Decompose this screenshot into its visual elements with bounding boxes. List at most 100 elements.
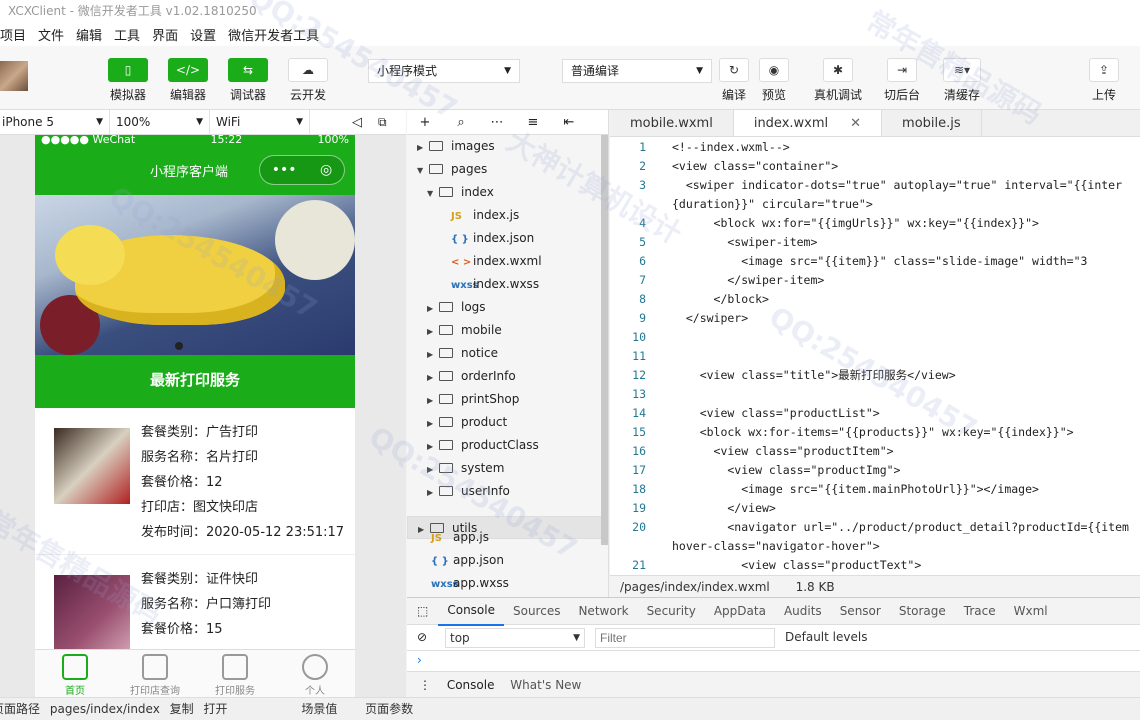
chevron-right-icon[interactable]: ▶	[427, 343, 437, 366]
tree-file[interactable]: JS index.js	[407, 204, 608, 227]
debugger-button[interactable]: ⇆ 调试器	[222, 58, 274, 103]
code-area[interactable]: 1 <!--index.wxml--> 2 <view class="containe…	[610, 138, 1140, 575]
code-line[interactable]: 6 <image src="{{item}}" class="slide-ima…	[610, 252, 1140, 271]
tab-home[interactable]: 首页	[35, 650, 115, 697]
tab-sensor[interactable]: Sensor	[831, 598, 890, 625]
capsule-menu[interactable]: ••• ◎	[259, 155, 345, 185]
menu-settings[interactable]: 设置	[184, 25, 222, 44]
menu-edit[interactable]: 编辑	[70, 25, 108, 44]
background-button[interactable]: ⇥ 切后台	[876, 58, 928, 103]
tab-wxml[interactable]: Wxml	[1005, 598, 1057, 625]
code-line[interactable]: 3 <swiper indicator-dots="true" autoplay…	[610, 176, 1140, 195]
collapse-icon[interactable]: ≡	[515, 115, 551, 130]
tree-folder[interactable]: ▶ printShop	[407, 388, 608, 411]
device-select[interactable]: iPhone 5 ▼	[0, 109, 110, 135]
tree-folder[interactable]: ▶ userInfo	[407, 480, 608, 503]
page-params[interactable]: 页面参数	[365, 702, 413, 716]
volume-icon[interactable]: ◁	[352, 115, 362, 130]
tree-folder[interactable]: ▶ system	[407, 457, 608, 480]
network-select[interactable]: WiFi ▼	[210, 109, 310, 135]
menu-file[interactable]: 文件	[32, 25, 70, 44]
editor-button[interactable]: </> 编辑器	[162, 58, 214, 103]
chevron-down-icon[interactable]: ▼	[417, 159, 427, 182]
console-prompt[interactable]: ›	[407, 651, 1140, 669]
tab-console[interactable]: Console	[438, 597, 504, 626]
code-line[interactable]: 18 <image src="{{item.mainPhotoUrl}}"></…	[610, 480, 1140, 499]
chevron-right-icon[interactable]: ▶	[427, 297, 437, 320]
remote-debug-button[interactable]: ✱ 真机调试	[812, 58, 864, 103]
tab-sources[interactable]: Sources	[504, 598, 569, 625]
drawer-menu-icon[interactable]: ⋮	[419, 678, 431, 692]
tree-folder[interactable]: ▶ productClass	[407, 434, 608, 457]
preview-button[interactable]: ◉ 预览	[748, 58, 800, 103]
tab-security[interactable]: Security	[638, 598, 705, 625]
tree-folder[interactable]: ▶ logs	[407, 296, 608, 319]
tab-audits[interactable]: Audits	[775, 598, 831, 625]
menu-devtools[interactable]: 微信开发者工具	[222, 25, 325, 44]
scene-value[interactable]: 场景值	[301, 702, 337, 716]
clear-console-icon[interactable]: ⊘	[417, 630, 427, 644]
chevron-right-icon[interactable]: ▶	[417, 136, 427, 159]
upload-button[interactable]: ⇪ 上传	[1078, 58, 1130, 103]
drawer-tab-console[interactable]: Console	[447, 678, 495, 692]
tree-folder[interactable]: ▶ images	[407, 135, 608, 158]
menu-interface[interactable]: 界面	[146, 25, 184, 44]
open-link[interactable]: 打开	[203, 702, 227, 716]
window-icon[interactable]: ⧉	[378, 115, 387, 130]
tab-mobile-wxml[interactable]: mobile.wxml	[610, 110, 734, 136]
more-icon[interactable]: •••	[272, 162, 297, 178]
code-line[interactable]: 10	[610, 328, 1140, 347]
tab-trace[interactable]: Trace	[955, 598, 1005, 625]
split-icon[interactable]: ⇤	[551, 115, 587, 130]
context-select[interactable]: top ▼	[445, 628, 585, 648]
code-line[interactable]: {duration}}" circular="true">	[610, 195, 1140, 214]
tree-folder[interactable]: ▶ mobile	[407, 319, 608, 342]
tree-file[interactable]: wxssapp.wxss	[407, 572, 608, 595]
tree-folder[interactable]: ▶ notice	[407, 342, 608, 365]
chevron-right-icon[interactable]: ▶	[427, 481, 437, 504]
tab-network[interactable]: Network	[569, 598, 637, 625]
close-circle-icon[interactable]: ◎	[320, 162, 332, 178]
product-item[interactable]: 套餐类别：广告打印 服务名称：名片打印 套餐价格：12 打印店：图文快印店 发布…	[35, 408, 355, 555]
code-line[interactable]: 12 <view class="title">最新打印服务</view>	[610, 366, 1140, 385]
code-line[interactable]: 2 <view class="container">	[610, 157, 1140, 176]
code-line[interactable]: 11	[610, 347, 1140, 366]
tree-folder[interactable]: ▶ product	[407, 411, 608, 434]
code-line[interactable]: 20 <navigator url="../product/product_de…	[610, 518, 1140, 537]
levels-select[interactable]: Default levels	[785, 630, 867, 644]
menu-tools[interactable]: 工具	[108, 25, 146, 44]
code-line[interactable]: 13	[610, 385, 1140, 404]
tab-shop-search[interactable]: 打印店查询	[115, 650, 195, 697]
code-line[interactable]: 14 <view class="productList">	[610, 404, 1140, 423]
inspect-icon[interactable]: ⬚	[417, 604, 428, 618]
tree-file[interactable]: { } app.json	[407, 549, 608, 572]
tab-print-service[interactable]: 打印服务	[195, 650, 275, 697]
tree-file[interactable]: < > index.wxml	[407, 250, 608, 273]
code-line[interactable]: 1 <!--index.wxml-->	[610, 138, 1140, 157]
code-line[interactable]: 15 <block wx:for-items="{{products}}" wx…	[610, 423, 1140, 442]
code-line[interactable]: 21 <view class="productText">	[610, 556, 1140, 575]
file-tree-scrollbar[interactable]	[601, 135, 608, 545]
clear-cache-button[interactable]: ≋▾ 清缓存	[936, 58, 988, 103]
tab-index-wxml[interactable]: index.wxml ✕	[733, 110, 883, 136]
more-icon[interactable]: ⋯	[479, 115, 515, 130]
tree-folder[interactable]: ▼ index	[407, 181, 608, 204]
code-line[interactable]: 16 <view class="productItem">	[610, 442, 1140, 461]
search-icon[interactable]: ⌕	[443, 115, 479, 130]
chevron-right-icon[interactable]: ▶	[427, 320, 437, 343]
tree-file[interactable]: wxssindex.wxss	[407, 273, 608, 296]
swiper-indicator-dot[interactable]	[175, 342, 183, 350]
banner-swiper[interactable]	[35, 195, 355, 355]
tree-folder[interactable]: ▶ orderInfo	[407, 365, 608, 388]
zoom-select[interactable]: 100% ▼	[110, 109, 210, 135]
compile-select[interactable]: 普通编译 ▼	[562, 59, 712, 83]
tree-folder[interactable]: ▼ pages	[407, 158, 608, 181]
code-line[interactable]: 9 </swiper>	[610, 309, 1140, 328]
code-line[interactable]: 8 </block>	[610, 290, 1140, 309]
cloud-button[interactable]: ☁ 云开发	[282, 58, 334, 103]
chevron-down-icon[interactable]: ▼	[427, 182, 437, 205]
drawer-tab-whats-new[interactable]: What's New	[510, 678, 581, 692]
copy-link[interactable]: 复制	[170, 702, 194, 716]
add-icon[interactable]: +	[407, 115, 443, 130]
code-line[interactable]: 17 <view class="productImg">	[610, 461, 1140, 480]
